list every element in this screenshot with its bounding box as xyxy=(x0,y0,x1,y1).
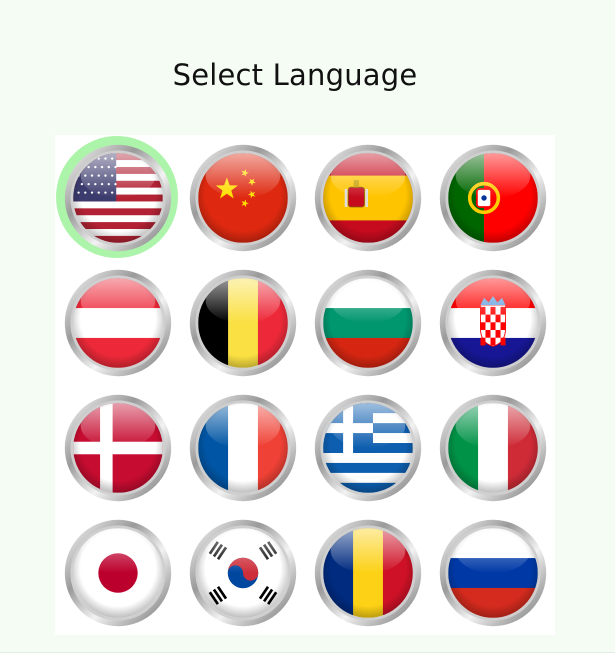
flag-button-us[interactable] xyxy=(55,135,180,260)
flag-belgium-icon xyxy=(189,269,296,376)
flag-button-dk[interactable] xyxy=(55,385,180,510)
flag-greece-icon xyxy=(314,394,421,501)
flag-spain-icon xyxy=(314,144,421,251)
flag-france-icon xyxy=(189,394,296,501)
flag-button-jp[interactable] xyxy=(55,510,180,635)
flag-button-bg[interactable] xyxy=(305,260,430,385)
language-grid xyxy=(55,135,555,635)
flag-denmark-icon xyxy=(64,394,171,501)
flag-button-cn[interactable] xyxy=(180,135,305,260)
bottom-divider xyxy=(0,652,615,658)
flag-button-ru[interactable] xyxy=(430,510,555,635)
flag-button-pt[interactable] xyxy=(430,135,555,260)
flag-button-fr[interactable] xyxy=(180,385,305,510)
flag-usa-icon xyxy=(64,144,171,251)
flag-romania-icon xyxy=(314,519,421,626)
flag-button-es[interactable] xyxy=(305,135,430,260)
page-title: Select Language xyxy=(172,58,418,92)
flag-china-icon xyxy=(189,144,296,251)
flag-button-it[interactable] xyxy=(430,385,555,510)
flag-button-kr[interactable] xyxy=(180,510,305,635)
flag-russia-icon xyxy=(439,519,546,626)
flag-portugal-icon xyxy=(439,144,546,251)
flag-croatia-icon xyxy=(439,269,546,376)
flag-button-be[interactable] xyxy=(180,260,305,385)
flag-button-gr[interactable] xyxy=(305,385,430,510)
flag-south-korea-icon xyxy=(189,519,296,626)
flag-bulgaria-icon xyxy=(314,269,421,376)
flag-japan-icon xyxy=(64,519,171,626)
flag-austria-icon xyxy=(64,269,171,376)
flag-button-at[interactable] xyxy=(55,260,180,385)
flag-button-ro[interactable] xyxy=(305,510,430,635)
flag-italy-icon xyxy=(439,394,546,501)
flag-button-hr[interactable] xyxy=(430,260,555,385)
